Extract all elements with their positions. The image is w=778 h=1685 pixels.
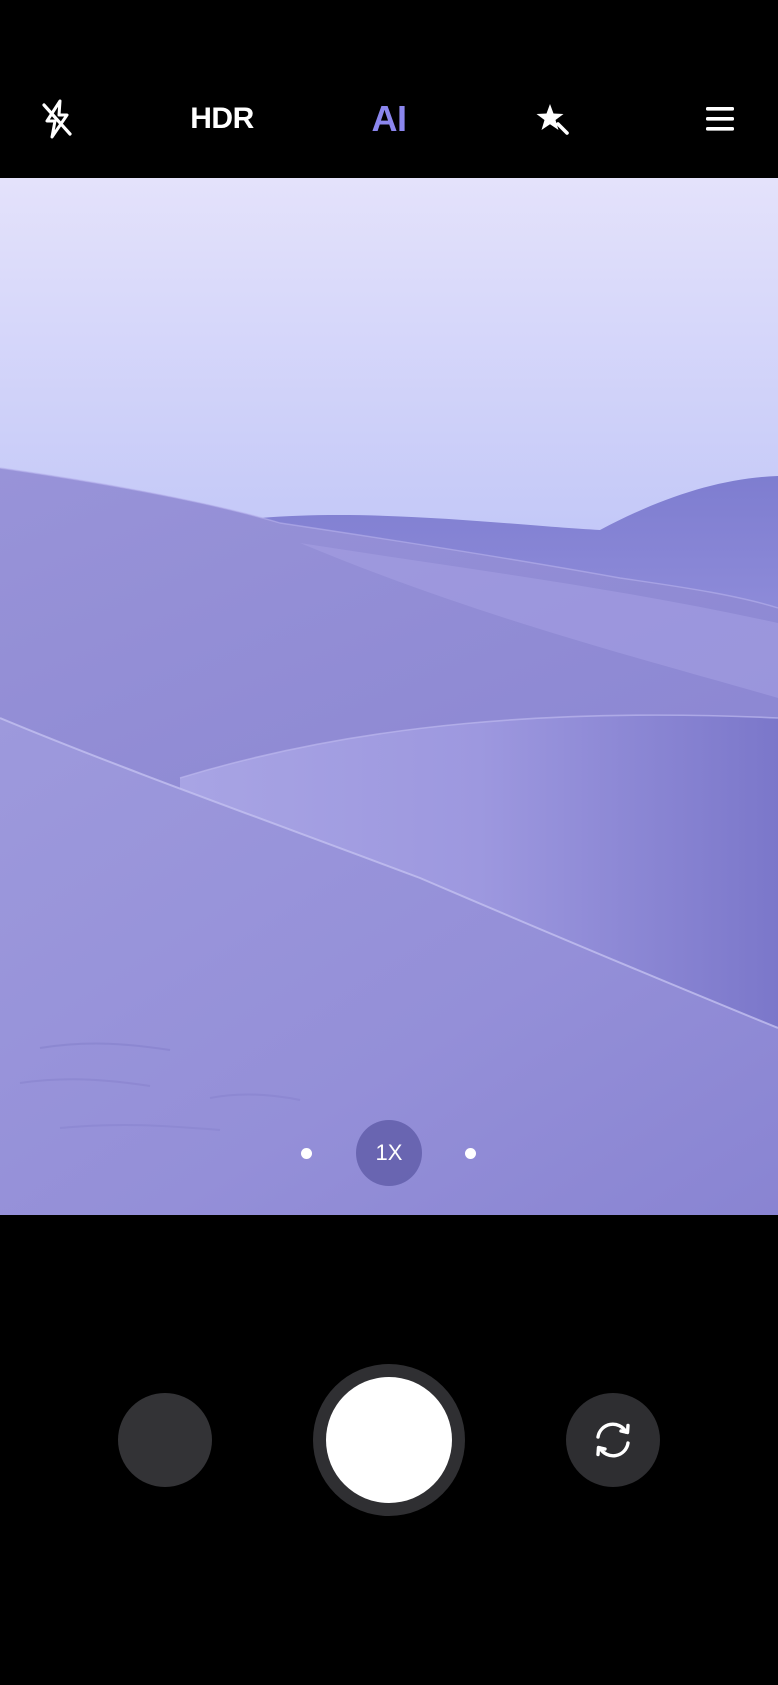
hdr-toggle-button[interactable]: HDR [182,60,262,178]
top-toolbar: HDR AI [0,60,778,178]
bottom-controls [0,1215,778,1685]
effects-button[interactable] [523,60,583,178]
hdr-label: HDR [190,102,254,135]
ai-toggle-button[interactable]: AI [359,60,419,178]
viewfinder-scene [0,178,778,1215]
shutter-core [326,1377,452,1503]
zoom-option-wide-dot[interactable] [301,1148,312,1159]
ai-label: AI [371,98,408,139]
flash-toggle-button[interactable] [27,60,87,178]
menu-icon [706,107,734,131]
magic-star-icon [536,104,569,135]
zoom-level-button[interactable]: 1X [356,1120,422,1186]
zoom-selector: 1X [0,1120,778,1186]
switch-camera-icon [596,1422,630,1458]
zoom-option-tele-dot[interactable] [465,1148,476,1159]
camera-viewfinder[interactable] [0,178,778,1215]
status-bar [0,0,778,60]
zoom-level-label: 1X [375,1140,403,1165]
menu-button[interactable] [690,60,750,178]
flash-off-icon [42,99,72,139]
shutter-button[interactable] [313,1364,465,1516]
gallery-thumbnail[interactable] [118,1393,212,1487]
switch-camera-button[interactable] [566,1393,660,1487]
